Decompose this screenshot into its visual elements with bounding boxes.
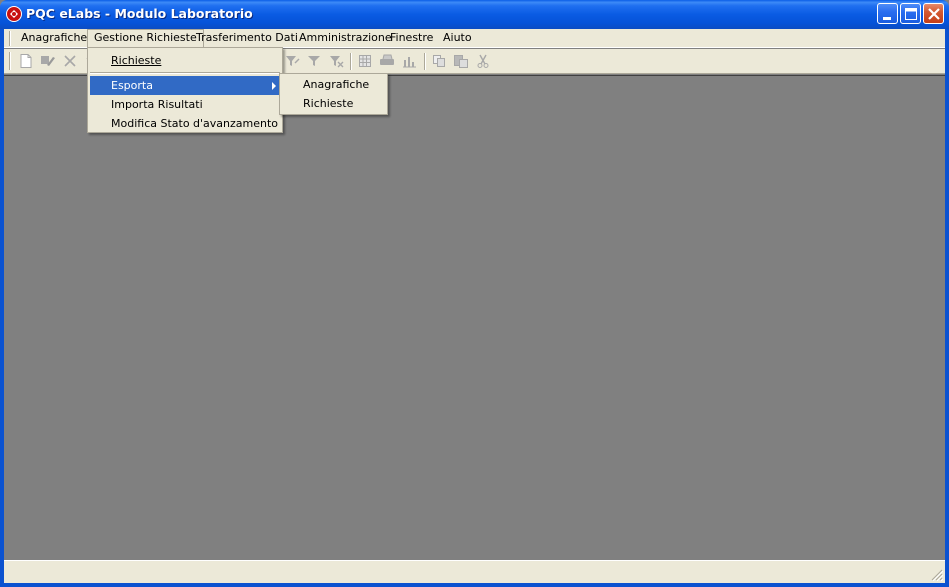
menu-separator (90, 72, 280, 74)
size-grip-icon[interactable] (931, 569, 944, 582)
edit-icon[interactable] (38, 52, 58, 70)
grid-icon[interactable] (355, 52, 375, 70)
app-icon[interactable] (6, 6, 22, 22)
submenu-item-richieste[interactable]: Richieste (282, 94, 385, 113)
window-title: PQC eLabs - Modulo Laboratorio (26, 6, 253, 21)
menu-trasferimento-dati[interactable]: Trasferimento Dati (190, 29, 304, 48)
mdi-client-area[interactable] (4, 75, 945, 560)
new-icon[interactable] (16, 52, 36, 70)
menu-finestre[interactable]: Finestre (384, 29, 439, 48)
print-icon[interactable] (377, 52, 397, 70)
menu-bar: Anagrafiche Gestione Richieste Trasferim… (4, 29, 945, 48)
menubar-grip[interactable] (9, 31, 11, 46)
status-bar (4, 560, 945, 583)
menu-amministrazione[interactable]: Amministrazione (293, 29, 398, 48)
menu-item-label: Modifica Stato d'avanzamento (111, 117, 279, 130)
menu-anagrafiche[interactable]: Anagrafiche (15, 29, 93, 48)
title-bar[interactable]: PQC eLabs - Modulo Laboratorio (0, 0, 949, 29)
submenu-arrow-icon (272, 82, 276, 90)
delete-icon[interactable] (60, 52, 80, 70)
menu-item-label: Anagrafiche (303, 78, 370, 91)
maximize-button[interactable] (900, 3, 921, 24)
window-frame-bottom (0, 583, 949, 587)
gestione-richieste-menu: Richieste Esporta Importa Risultati Modi… (87, 47, 283, 133)
close-button[interactable] (923, 3, 944, 24)
menu-gestione-richieste[interactable]: Gestione Richieste (87, 29, 204, 48)
menu-item-label: Richieste (303, 97, 354, 110)
toolbar-grip[interactable] (9, 52, 11, 70)
filter-icon[interactable] (282, 52, 302, 70)
submenu-item-anagrafiche[interactable]: Anagrafiche (282, 75, 385, 94)
toolbar-separator (350, 53, 352, 70)
chart-icon[interactable] (399, 52, 419, 70)
menu-item-modifica-stato[interactable]: Modifica Stato d'avanzamento (90, 114, 280, 133)
toolbar-separator (424, 53, 426, 70)
menu-aiuto[interactable]: Aiuto (437, 29, 478, 48)
menu-item-esporta[interactable]: Esporta (90, 76, 280, 95)
esporta-submenu: Anagrafiche Richieste (279, 73, 388, 115)
cut-icon[interactable] (473, 52, 493, 70)
menu-item-richieste[interactable]: Richieste (90, 51, 280, 70)
copy-icon[interactable] (429, 52, 449, 70)
window-frame-right (945, 29, 949, 587)
menu-item-label: Richieste (111, 54, 162, 67)
menu-item-label: Importa Risultati (111, 98, 203, 111)
filter-apply-icon[interactable] (304, 52, 324, 70)
minimize-button[interactable] (877, 3, 898, 24)
filter-remove-icon[interactable] (326, 52, 346, 70)
paste-icon[interactable] (451, 52, 471, 70)
menu-item-label: Esporta (111, 79, 153, 92)
menu-item-importa-risultati[interactable]: Importa Risultati (90, 95, 280, 114)
